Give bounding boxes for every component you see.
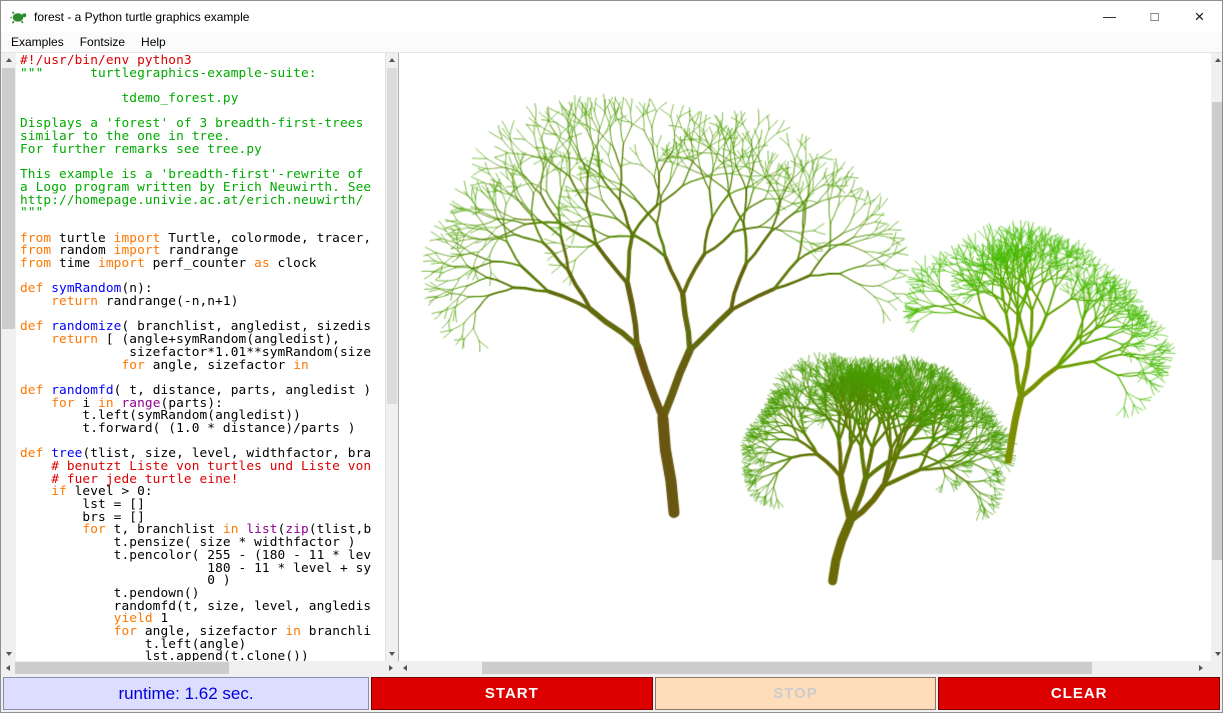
code-line: For further remarks see tree.py xyxy=(20,144,385,157)
triangle-down-icon xyxy=(1215,652,1221,656)
scroll-down-button[interactable] xyxy=(1211,647,1222,661)
scroll-right-button[interactable] xyxy=(1194,661,1208,675)
app-window: forest - a Python turtle graphics exampl… xyxy=(0,0,1223,713)
maximize-button[interactable]: □ xyxy=(1132,1,1177,32)
code-pane: #!/usr/bin/env python3""" turtlegraphics… xyxy=(1,53,398,661)
window-controls: — □ × xyxy=(1087,1,1222,32)
scroll-down-button[interactable] xyxy=(1,647,16,661)
scroll-left-button[interactable] xyxy=(398,661,412,675)
scroll-left-button[interactable] xyxy=(1,661,15,675)
triangle-down-icon xyxy=(389,652,395,656)
scrollbar-track[interactable] xyxy=(412,661,1194,675)
scroll-up-button[interactable] xyxy=(1211,53,1222,67)
minimize-button[interactable]: — xyxy=(1087,1,1132,32)
triangle-right-icon xyxy=(389,665,393,671)
canvas-pane xyxy=(398,53,1222,661)
code-line: tdemo_forest.py xyxy=(20,93,385,106)
triangle-down-icon xyxy=(6,652,12,656)
code-vscrollbar-left xyxy=(1,53,16,661)
code-line: """ xyxy=(20,207,385,220)
code-hscrollbar xyxy=(1,661,398,675)
scrollbar-corner xyxy=(1208,661,1222,675)
scrollbar-thumb[interactable] xyxy=(15,662,229,674)
code-line: return randrange(-n,n+1) xyxy=(20,296,385,309)
menu-item-examples[interactable]: Examples xyxy=(3,35,72,49)
scroll-down-button[interactable] xyxy=(386,647,398,661)
scrollbar-track[interactable] xyxy=(1211,67,1222,647)
code-text[interactable]: #!/usr/bin/env python3""" turtlegraphics… xyxy=(16,53,385,661)
code-line: http://homepage.univie.ac.at/erich.neuwi… xyxy=(20,195,385,208)
scroll-up-button[interactable] xyxy=(1,53,16,67)
scrollbar-thumb[interactable] xyxy=(387,68,397,404)
scrollbar-track[interactable] xyxy=(15,661,384,675)
turtle-icon xyxy=(10,9,28,25)
main-area: #!/usr/bin/env python3""" turtlegraphics… xyxy=(1,53,1222,661)
window-title: forest - a Python turtle graphics exampl… xyxy=(34,10,249,24)
canvas-vscrollbar xyxy=(1211,53,1222,661)
code-line: t.forward( (1.0 * distance)/parts ) xyxy=(20,423,385,436)
stop-button[interactable]: STOP xyxy=(655,677,937,710)
triangle-up-icon xyxy=(389,58,395,62)
code-line: """ turtlegraphics-example-suite: xyxy=(20,68,385,81)
scrollbar-thumb[interactable] xyxy=(482,662,1092,674)
code-line: for angle, sizefactor in xyxy=(20,360,385,373)
close-button[interactable]: × xyxy=(1177,1,1222,32)
scrollbar-track[interactable] xyxy=(386,67,398,647)
scrollbar-thumb[interactable] xyxy=(2,68,15,329)
titlebar: forest - a Python turtle graphics exampl… xyxy=(1,1,1222,32)
start-button[interactable]: START xyxy=(371,677,653,710)
scrollbar-track[interactable] xyxy=(1,67,16,647)
runtime-label: runtime: 1.62 sec. xyxy=(3,677,369,710)
triangle-left-icon xyxy=(403,665,407,671)
code-line: lst.append(t.clone()) xyxy=(20,651,385,661)
menubar: Examples Fontsize Help xyxy=(1,32,1222,53)
scrollbar-thumb[interactable] xyxy=(1212,102,1222,560)
canvas-hscrollbar xyxy=(398,661,1208,675)
code-line: from time import perf_counter as clock xyxy=(20,258,385,271)
scroll-right-button[interactable] xyxy=(384,661,398,675)
turtle-canvas xyxy=(399,53,1211,661)
clear-button[interactable]: CLEAR xyxy=(938,677,1220,710)
triangle-right-icon xyxy=(1199,665,1203,671)
triangle-up-icon xyxy=(6,58,12,62)
menu-item-help[interactable]: Help xyxy=(133,35,174,49)
code-vscrollbar-right xyxy=(385,53,398,661)
bottombar: runtime: 1.62 sec. START STOP CLEAR xyxy=(1,675,1222,712)
hscroll-row xyxy=(1,661,1222,675)
menu-item-fontsize[interactable]: Fontsize xyxy=(72,35,133,49)
triangle-left-icon xyxy=(6,665,10,671)
triangle-up-icon xyxy=(1215,58,1221,62)
scroll-up-button[interactable] xyxy=(386,53,398,67)
